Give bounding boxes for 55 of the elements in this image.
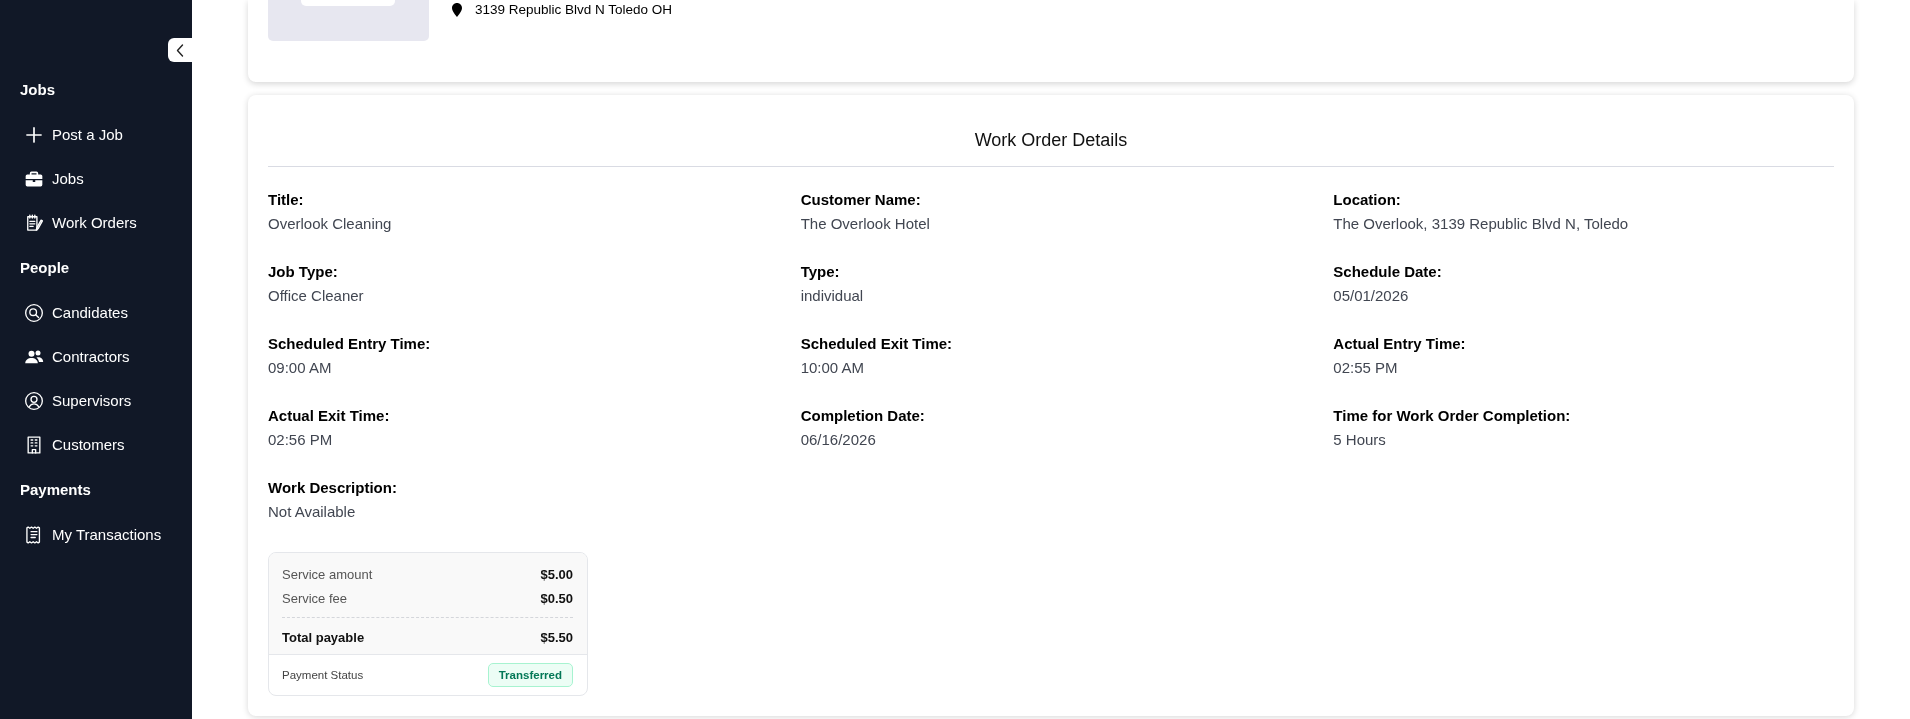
field-value: 5 Hours <box>1333 430 1387 450</box>
user-circle-icon <box>24 391 44 411</box>
chevron-left-icon <box>176 43 184 57</box>
plus-icon <box>24 125 44 145</box>
field-label: Time for Work Order Completion: <box>1333 406 1572 426</box>
section-title: Work Order Details <box>973 129 1129 152</box>
field-value: Office Cleaner <box>268 286 365 306</box>
field-value: Not Available <box>268 502 357 522</box>
field-value: Overlook Cleaning <box>268 214 393 234</box>
payment-amount: $0.50 <box>540 590 573 608</box>
payment-line-label: Service amount <box>282 566 373 584</box>
collapse-sidebar-button[interactable] <box>168 38 192 62</box>
field-label: Title: <box>268 190 305 210</box>
sidebar-item[interactable]: My Transactions <box>0 513 192 557</box>
field-label: Work Description: <box>268 478 398 498</box>
sidebar-item[interactable]: Candidates <box>0 291 192 335</box>
address-text: 3139 Republic Blvd N Toledo OH <box>475 1 673 19</box>
field-label: Location: <box>1333 190 1402 210</box>
payment-status-label: Payment Status <box>282 668 364 683</box>
sidebar-heading: People <box>19 258 70 278</box>
status-badge: Transferred <box>487 663 573 687</box>
sidebar-item[interactable]: Work Orders <box>0 201 192 245</box>
sidebar-item[interactable]: Jobs <box>0 157 192 201</box>
payment-amount: $5.00 <box>540 566 573 584</box>
field-value: 02:55 PM <box>1333 358 1399 378</box>
notepad-pencil-icon <box>24 213 44 233</box>
field-value: 09:00 AM <box>268 358 333 378</box>
sidebar-item[interactable]: Contractors <box>0 335 192 379</box>
sidebar-item[interactable]: Supervisors <box>0 379 192 423</box>
field-value: The Overlook Hotel <box>800 214 931 234</box>
briefcase-icon <box>24 169 44 189</box>
field-label: Job Type: <box>268 262 339 282</box>
field-label: Schedule Date: <box>1333 262 1443 282</box>
total-amount: $5.50 <box>540 629 573 647</box>
field-label: Actual Exit Time: <box>268 406 391 426</box>
field-value: The Overlook, 3139 Republic Blvd N, Toledo <box>1333 214 1630 234</box>
sidebar-item[interactable]: Post a Job <box>0 113 192 157</box>
field-label: Customer Name: <box>800 190 922 210</box>
field-value: individual <box>800 286 865 306</box>
sidebar-heading: Jobs <box>19 80 55 100</box>
field-label: Scheduled Entry Time: <box>268 334 432 354</box>
sidebar-heading: Payments <box>19 480 91 500</box>
magnifier-circle-icon <box>24 303 44 323</box>
field-value: 06/16/2026 <box>800 430 877 450</box>
field-value: 10:00 AM <box>800 358 866 378</box>
total-label: Total payable <box>282 629 365 647</box>
map-pin-icon <box>452 3 462 17</box>
sidebar-item[interactable]: Customers <box>0 423 192 467</box>
field-value: 05/01/2026 <box>1333 286 1410 306</box>
field-label: Type: <box>800 262 841 282</box>
field-value: 02:56 PM <box>268 430 334 450</box>
field-label: Completion Date: <box>800 406 926 426</box>
payment-line-label: Service fee <box>282 590 348 608</box>
field-label: Scheduled Exit Time: <box>800 334 954 354</box>
field-label: Actual Entry Time: <box>1333 334 1467 354</box>
